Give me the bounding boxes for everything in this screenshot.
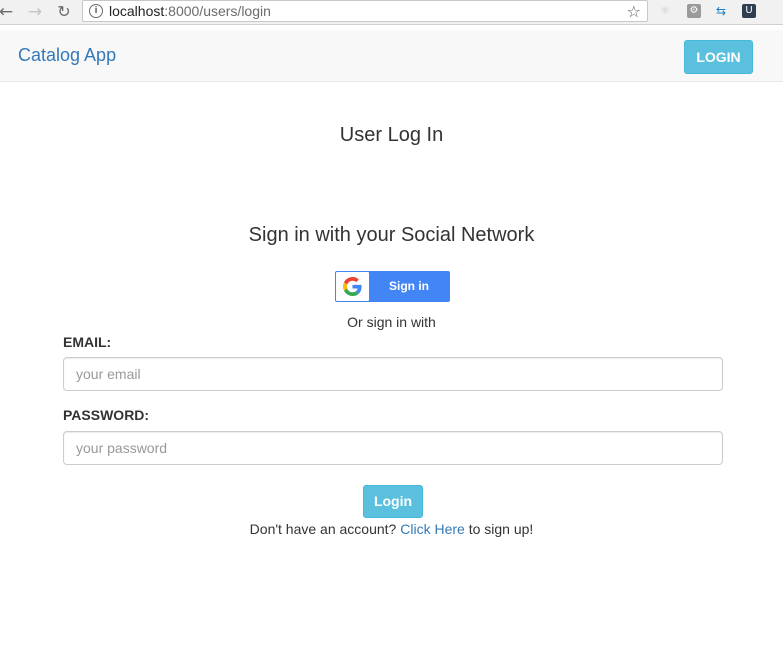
extension-icon[interactable]: ⚙ [687, 4, 701, 18]
back-arrow-icon[interactable]: ← [0, 3, 15, 21]
page-title: User Log In [339, 124, 444, 146]
social-heading: Sign in with your Social Network [248, 224, 535, 246]
app-navbar: Catalog App LOGIN [0, 30, 783, 82]
google-logo-icon [343, 277, 362, 296]
url-text[interactable]: localhost:8000/users/login [109, 3, 271, 19]
signup-prompt: Don't have an account? Click Here to sig… [0, 521, 783, 537]
password-input[interactable] [63, 431, 723, 465]
signup-link[interactable]: Click Here [400, 521, 465, 537]
url-host: localhost [109, 3, 165, 19]
forward-arrow-icon[interactable]: → [26, 3, 44, 21]
arrows-extension-icon[interactable]: ⇆ [714, 4, 728, 18]
google-logo-container [336, 272, 369, 301]
address-bar[interactable]: i localhost:8000/users/login ☆ [82, 0, 648, 22]
signup-suffix: to sign up! [468, 521, 534, 537]
bookmark-star-icon[interactable]: ☆ [627, 2, 641, 21]
react-devtools-icon[interactable]: ⚛ [658, 4, 672, 18]
or-sign-in-text: Or sign in with [347, 314, 436, 330]
password-label: PASSWORD: [63, 407, 150, 423]
email-label: EMAIL: [63, 334, 112, 350]
reload-icon[interactable]: ↻ [55, 3, 73, 21]
login-submit-button[interactable]: Login [363, 485, 423, 518]
google-sign-in-label: Sign in [389, 279, 429, 293]
brand-link[interactable]: Catalog App [18, 45, 116, 66]
u-extension-icon[interactable]: U [742, 4, 756, 18]
email-input[interactable] [63, 357, 723, 391]
google-sign-in-button[interactable]: Sign in [335, 271, 450, 302]
browser-toolbar: ← → ↻ i localhost:8000/users/login ☆ ⚛ ⚙… [0, 0, 783, 25]
signup-prefix: Don't have an account? [249, 521, 397, 537]
url-path: :8000/users/login [164, 3, 271, 19]
navbar-login-button[interactable]: LOGIN [684, 40, 753, 74]
info-icon[interactable]: i [89, 4, 103, 18]
